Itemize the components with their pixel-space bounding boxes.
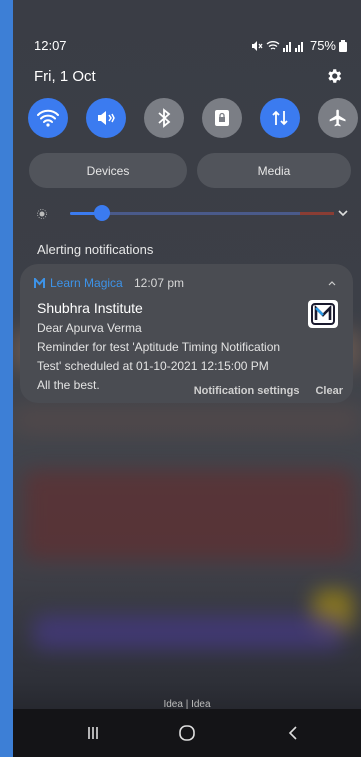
blurred-background-content (23, 470, 353, 560)
bluetooth-toggle[interactable] (144, 98, 184, 138)
mute-toggle[interactable] (86, 98, 126, 138)
notification-line: Dear Apurva Verma (37, 321, 142, 335)
recent-apps-icon[interactable] (83, 723, 103, 743)
notification-shade: 12:07 75% Fri, 1 Oct Devices Media Alert… (13, 0, 361, 757)
home-icon[interactable] (177, 723, 197, 743)
mute-icon (98, 111, 115, 125)
learn-magica-logo (308, 300, 338, 328)
battery-percent: 75% (309, 38, 336, 53)
back-icon[interactable] (283, 723, 303, 743)
gear-icon[interactable] (325, 67, 343, 85)
airplane-icon (329, 109, 346, 127)
brightness-high-zone (300, 212, 334, 215)
devices-button[interactable]: Devices (29, 153, 187, 188)
notification-time: 12:07 pm (134, 276, 185, 290)
wifi-toggle[interactable] (28, 98, 68, 138)
notification-settings-button[interactable]: Notification settings (194, 385, 300, 397)
bluetooth-icon (158, 108, 171, 128)
screen-rotation-lock-toggle[interactable] (202, 98, 242, 138)
navigation-bar (13, 709, 361, 757)
notification-app-name: Learn Magica (50, 276, 123, 290)
status-bar: 12:07 75% (34, 38, 347, 56)
notification-title: Shubhra Institute (37, 300, 143, 316)
alerting-notifications-heading: Alerting notifications (37, 242, 154, 257)
mute-status-icon (251, 40, 263, 51)
battery-icon (339, 39, 347, 52)
rotation-lock-icon (215, 110, 229, 126)
airplane-mode-toggle[interactable] (318, 98, 358, 138)
brightness-icon (37, 209, 47, 219)
status-icons: 75% (251, 38, 347, 53)
notification-card[interactable]: Learn Magica 12:07 pm Shubhra Institute … (20, 264, 353, 403)
data-arrows-icon (272, 110, 288, 126)
brightness-row (37, 202, 349, 226)
wifi-status-icon (266, 40, 280, 50)
learn-magica-app-icon (34, 278, 45, 288)
wifi-icon (37, 109, 59, 127)
chevron-up-icon[interactable] (327, 278, 337, 288)
clear-button[interactable]: Clear (315, 385, 343, 397)
blurred-background-content (13, 405, 361, 435)
notification-line: Reminder for test 'Aptitude Timing Notif… (37, 340, 281, 354)
signal-icon (282, 41, 303, 52)
quick-settings-row (28, 98, 358, 138)
media-button[interactable]: Media (197, 153, 351, 188)
date-label: Fri, 1 Oct (34, 68, 96, 85)
blurred-background-content (33, 615, 343, 650)
notification-line: All the best. (37, 378, 100, 392)
notification-line: Test' scheduled at 01-10-2021 12:15:00 P… (37, 359, 269, 373)
mobile-data-toggle[interactable] (260, 98, 300, 138)
brightness-thumb[interactable] (93, 205, 110, 221)
notification-actions: Notification settings Clear (194, 385, 343, 397)
status-time: 12:07 (34, 38, 67, 53)
chevron-down-icon[interactable] (337, 207, 349, 219)
